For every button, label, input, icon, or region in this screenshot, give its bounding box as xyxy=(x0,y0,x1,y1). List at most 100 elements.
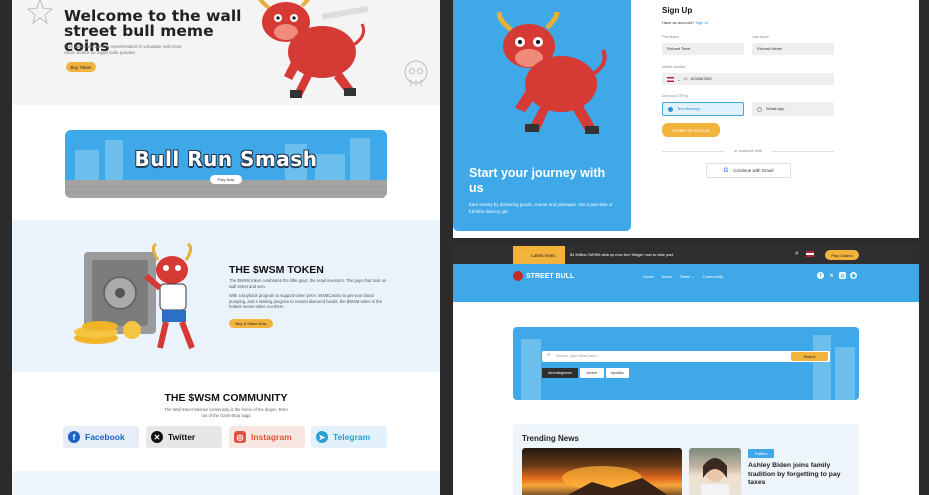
signup-hero-panel: Start your journey with us Earn money by… xyxy=(453,0,631,231)
bull-logo-icon xyxy=(513,271,523,281)
fire-photo xyxy=(562,466,668,495)
facebook-link[interactable]: f Facebook xyxy=(63,426,139,448)
mobile-code: +1 xyxy=(683,77,688,81)
community-subtitle: The Wall Street Memes community is the h… xyxy=(164,407,288,418)
google-icon: G xyxy=(723,167,729,174)
nav-menu: Home News Token ⌄ Community xyxy=(643,274,723,279)
running-bull-illustration xyxy=(258,0,369,98)
news-page: ⚡ Latest news $1 Million SWSM airdrop no… xyxy=(453,245,919,495)
game-title: Bull Run Smash xyxy=(134,147,318,171)
have-account-text: Have an account? Sign In xyxy=(662,20,708,25)
chevron-down-icon: ⌄ xyxy=(691,274,695,279)
x-icon[interactable]: ✕ xyxy=(828,272,835,279)
telegram-link[interactable]: ➤ Telegram xyxy=(311,426,387,448)
facebook-icon[interactable]: f xyxy=(817,272,824,279)
instagram-link[interactable]: ◎ Instagram xyxy=(229,426,305,448)
search-placeholder: Search, type News here... xyxy=(556,354,600,358)
hero-section: Welcome to the wall street bull meme coi… xyxy=(12,0,440,105)
screenshot-canvas: Welcome to the wall street bull meme coi… xyxy=(0,0,929,495)
bull-mascot-illustration xyxy=(496,12,607,134)
or-divider: or continue with xyxy=(662,148,834,154)
last-name-label: Last Name xyxy=(752,35,769,39)
discord-icon[interactable]: ◉ xyxy=(850,272,857,279)
lightning-icon: ⚡ xyxy=(522,252,529,257)
star-doodle-icon xyxy=(26,0,54,24)
last-name-field[interactable]: Richard Weber xyxy=(752,43,834,55)
token-section: THE $WSM TOKEN The $WSM token celebrates… xyxy=(12,220,440,372)
logo-text: STREET BULL xyxy=(526,272,575,280)
search-button[interactable]: Search xyxy=(791,352,828,361)
facebook-label: Facebook xyxy=(85,432,125,442)
twitter-label: Twitter xyxy=(168,432,196,442)
token-paragraph-2: With a buyback program to support token … xyxy=(229,293,382,309)
first-name-field[interactable]: Richard Timer xyxy=(662,43,744,55)
game-banner: Bull Run Smash Play Now xyxy=(65,130,387,198)
radio-unselected-icon xyxy=(757,106,762,112)
radio-selected-icon xyxy=(668,106,673,112)
footer-strip xyxy=(12,471,440,495)
search-icon: ⌕ xyxy=(547,352,551,358)
person-news-image[interactable] xyxy=(689,448,741,495)
instagram-icon: ◎ xyxy=(234,431,246,443)
first-name-label: First Name xyxy=(662,35,680,39)
chevron-down-icon: ⌄ xyxy=(677,77,681,82)
buy-stake-button[interactable]: Buy & Stake Now xyxy=(229,319,273,328)
paint-drip-decoration xyxy=(453,288,919,298)
news-ticker-bar: ⚡ Latest news $1 Million SWSM airdrop no… xyxy=(453,245,919,264)
language-flag-icon[interactable] xyxy=(806,251,814,257)
us-flag-icon xyxy=(667,76,674,82)
latest-news-tag: ⚡ Latest news xyxy=(513,246,565,264)
token-paragraph-1: The $WSM token celebrates the little guy… xyxy=(229,278,387,289)
token-title: THE $WSM TOKEN xyxy=(229,264,324,276)
otp-label: Get your OTP by xyxy=(662,94,689,98)
skull-doodle-icon xyxy=(404,60,428,86)
article-headline[interactable]: Ashley Biden joins family tradition by f… xyxy=(748,462,856,488)
instagram-icon[interactable]: ◎ xyxy=(839,272,846,279)
city-skyline-illustration xyxy=(521,335,855,400)
have-account-label: Have an account? xyxy=(662,20,695,25)
mobile-label: Mobile Number xyxy=(662,65,686,69)
person-photo xyxy=(701,458,729,495)
tag-politics[interactable]: #politics xyxy=(606,368,629,378)
otp-text-message-option[interactable]: Text Message xyxy=(662,102,744,116)
otp-whatsapp-option[interactable]: Whats App xyxy=(752,102,834,116)
search-icon[interactable]: ⌕ xyxy=(795,250,799,258)
divider-line-right xyxy=(772,151,834,152)
mobile-value: 8234567890 xyxy=(690,77,712,81)
ticker-text: $1 Million SWSM airdrop now live! Wager … xyxy=(570,252,675,257)
twitter-link[interactable]: ✕ Twitter xyxy=(146,426,222,448)
site-logo[interactable]: STREET BULL xyxy=(513,271,574,281)
vault-bull-illustration xyxy=(74,242,195,350)
gmail-label: Continue with Gmail xyxy=(733,168,774,173)
landing-page: Welcome to the wall street bull meme coi… xyxy=(12,0,440,495)
mobile-field[interactable]: ⌄ +1 8234567890 xyxy=(662,73,834,85)
nav-news[interactable]: News xyxy=(662,274,672,279)
play-now-button[interactable]: Play Now xyxy=(210,175,242,184)
search-card: ⌕ Search, type News here... Search #tren… xyxy=(513,327,859,400)
nav-community[interactable]: Community xyxy=(703,274,723,279)
telegram-label: Telegram xyxy=(333,432,371,442)
nav-token-label: Token xyxy=(679,274,691,279)
trending-title: Trending News xyxy=(522,434,579,443)
otp-whatsapp-label: Whats App xyxy=(766,107,785,111)
signup-page: Start your journey with us Earn money by… xyxy=(453,0,919,238)
create-account-button[interactable]: Create an Account xyxy=(662,123,720,137)
otp-text-label: Text Message xyxy=(677,107,701,111)
nav-token[interactable]: Token ⌄ xyxy=(680,274,695,279)
politics-tag[interactable]: Politics xyxy=(748,449,774,458)
tag-crime[interactable]: #crime xyxy=(580,368,604,378)
play-casino-button[interactable]: Play Casino xyxy=(825,250,859,260)
fire-news-image[interactable] xyxy=(522,448,682,495)
continue-gmail-button[interactable]: G Continue with Gmail xyxy=(706,163,791,178)
trending-news-section: Trending News Politics Ashley Biden join… xyxy=(513,424,859,495)
hero-subtitle: Duis aute irure dolor in reprehenderit i… xyxy=(64,44,182,55)
facebook-icon: f xyxy=(68,431,80,443)
signup-panel-subtitle: Earn money by delivering goods, courier … xyxy=(469,202,613,214)
news-search-input[interactable]: ⌕ Search, type News here... Search xyxy=(542,351,830,362)
buy-token-button[interactable]: Buy Token xyxy=(66,62,96,72)
signup-title: Sign Up xyxy=(662,6,693,15)
sign-in-link[interactable]: Sign In xyxy=(695,20,707,25)
nav-home[interactable]: Home xyxy=(643,274,654,279)
latest-news-label: Latest news xyxy=(531,252,556,258)
tag-trendingnews[interactable]: #trendingnews xyxy=(542,368,578,378)
